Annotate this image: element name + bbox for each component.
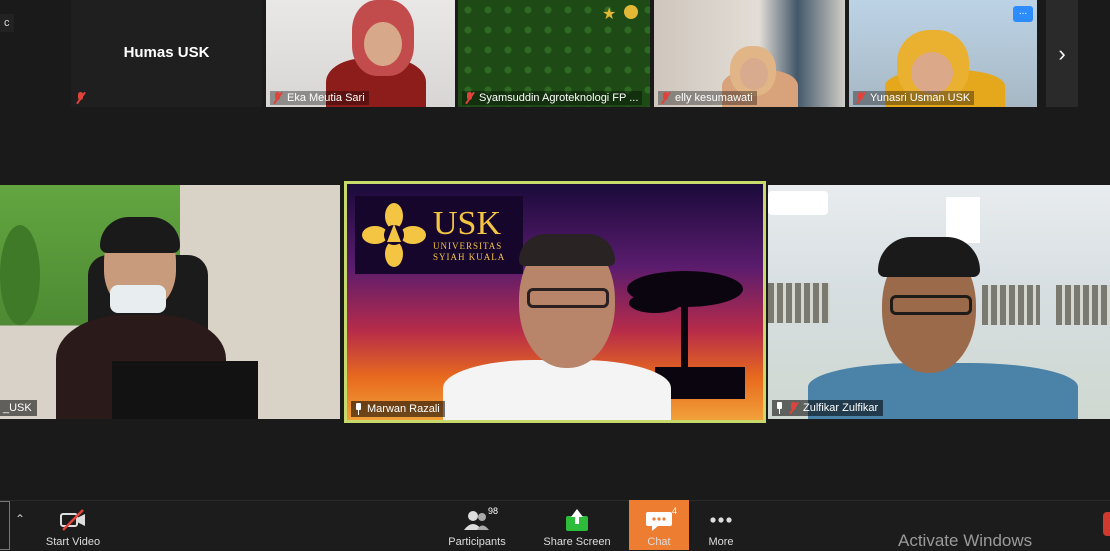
participant-name: Humas USK (123, 44, 210, 61)
more-dots-icon (710, 517, 732, 523)
chat-unread-badge: 4 (672, 506, 678, 516)
activate-windows-watermark: Activate Windows (898, 531, 1033, 550)
participant-face (911, 52, 953, 94)
share-screen-icon (566, 509, 588, 531)
participant-name: Syamsuddin Agroteknologi FP ... (479, 92, 639, 104)
logo-subtitle-line1: UNIVERSITAS (433, 241, 503, 251)
participant-name: Zulfikar Zulfikar (803, 402, 879, 414)
participant-label: Zulfikar Zulfikar (772, 400, 884, 416)
participant-name: Eka Meutia Sari (287, 92, 365, 104)
pin-icon (775, 402, 784, 414)
mic-muted-icon (75, 92, 86, 104)
eyeglasses (890, 295, 972, 315)
share-screen-button[interactable]: Share Screen (538, 500, 616, 550)
mic-muted-icon (660, 92, 671, 104)
participant-hair (100, 217, 180, 253)
window-blinds (1056, 285, 1110, 325)
chat-label: Chat (647, 536, 671, 548)
participant-label: Yunasri Usman USK (853, 91, 975, 105)
face-mask (110, 285, 166, 313)
mic-muted-icon (272, 92, 283, 104)
start-video-label: Start Video (45, 536, 101, 548)
eyeglasses (527, 288, 609, 308)
next-page-button[interactable]: › (1046, 0, 1078, 107)
video-tile-right[interactable]: Zulfikar Zulfikar (768, 185, 1110, 419)
ceiling-light (946, 197, 980, 243)
ceiling-light (768, 191, 828, 215)
mic-muted-icon (788, 402, 799, 414)
window-blinds (982, 285, 1040, 325)
emblem-icon (624, 5, 638, 19)
chevron-up-icon[interactable]: ⌃ (15, 512, 25, 526)
participant-name: _USK (3, 402, 32, 414)
thumbnail-yunasri-usman[interactable]: ... Yunasri Usman USK (849, 0, 1037, 107)
video-tile-left[interactable]: _USK (0, 185, 340, 419)
mic-muted-icon (464, 92, 475, 104)
participant-label: Syamsuddin Agroteknologi FP ... (462, 91, 643, 105)
laptop (112, 361, 258, 419)
logo-subtitle-line2: SYIAH KUALA (433, 252, 506, 262)
thumbnail-humas-usk[interactable]: Humas USK (71, 0, 262, 107)
more-options-button[interactable]: ... (1013, 6, 1033, 22)
usk-logo: USK UNIVERSITAS SYIAH KUALA (355, 196, 523, 274)
audio-control-edge[interactable] (0, 501, 10, 550)
cropped-tile-label: c (0, 14, 14, 32)
video-off-icon (60, 509, 85, 531)
participant-label: Eka Meutia Sari (270, 91, 369, 105)
participant-name: Marwan Razali (367, 403, 440, 415)
plant-decoration (0, 225, 40, 325)
thumbnail-eka-meutia-sari[interactable]: Eka Meutia Sari (266, 0, 455, 107)
usk-emblem-icon (362, 203, 426, 267)
participant-label: _USK (0, 400, 37, 416)
participant-name: elly kesumawati (675, 92, 753, 104)
participant-face (740, 58, 768, 90)
participant-video (443, 360, 671, 420)
thumbnail-syamsuddin[interactable]: ★ Syamsuddin Agroteknologi FP ... (458, 0, 650, 107)
more-button[interactable]: More (696, 500, 746, 550)
participant-face (364, 22, 402, 66)
share-screen-label: Share Screen (543, 536, 611, 548)
pin-icon (354, 403, 363, 415)
participants-button[interactable]: 98 Participants (440, 500, 514, 550)
participant-hair (519, 234, 615, 266)
participants-count-badge: 98 (488, 506, 499, 516)
thumbnail-elly-kesumawati[interactable]: elly kesumawati (654, 0, 845, 107)
participants-label: Participants (448, 536, 506, 548)
gold-star-icon: ★ (602, 6, 617, 23)
participants-icon (464, 511, 489, 530)
mic-muted-icon (855, 92, 866, 104)
logo-title: USK (433, 205, 502, 242)
chevron-right-icon: › (1058, 40, 1066, 66)
participant-label: elly kesumawati (658, 91, 757, 105)
participant-hair (878, 237, 980, 277)
video-tile-active-speaker[interactable]: USK UNIVERSITAS SYIAH KUALA Marwan Razal… (344, 181, 766, 423)
participant-name: Yunasri Usman USK (870, 92, 971, 104)
chat-icon (646, 512, 672, 531)
chat-button[interactable]: 4 Chat (629, 500, 689, 550)
end-meeting-button-edge[interactable] (1103, 512, 1110, 536)
window-blinds (768, 283, 830, 323)
meeting-stage: c Humas USK Eka Meutia Sari ★ Syamsuddin… (0, 0, 1110, 500)
participant-label: Marwan Razali (351, 401, 445, 417)
more-label: More (708, 536, 734, 548)
start-video-button[interactable]: Start Video (36, 500, 110, 550)
